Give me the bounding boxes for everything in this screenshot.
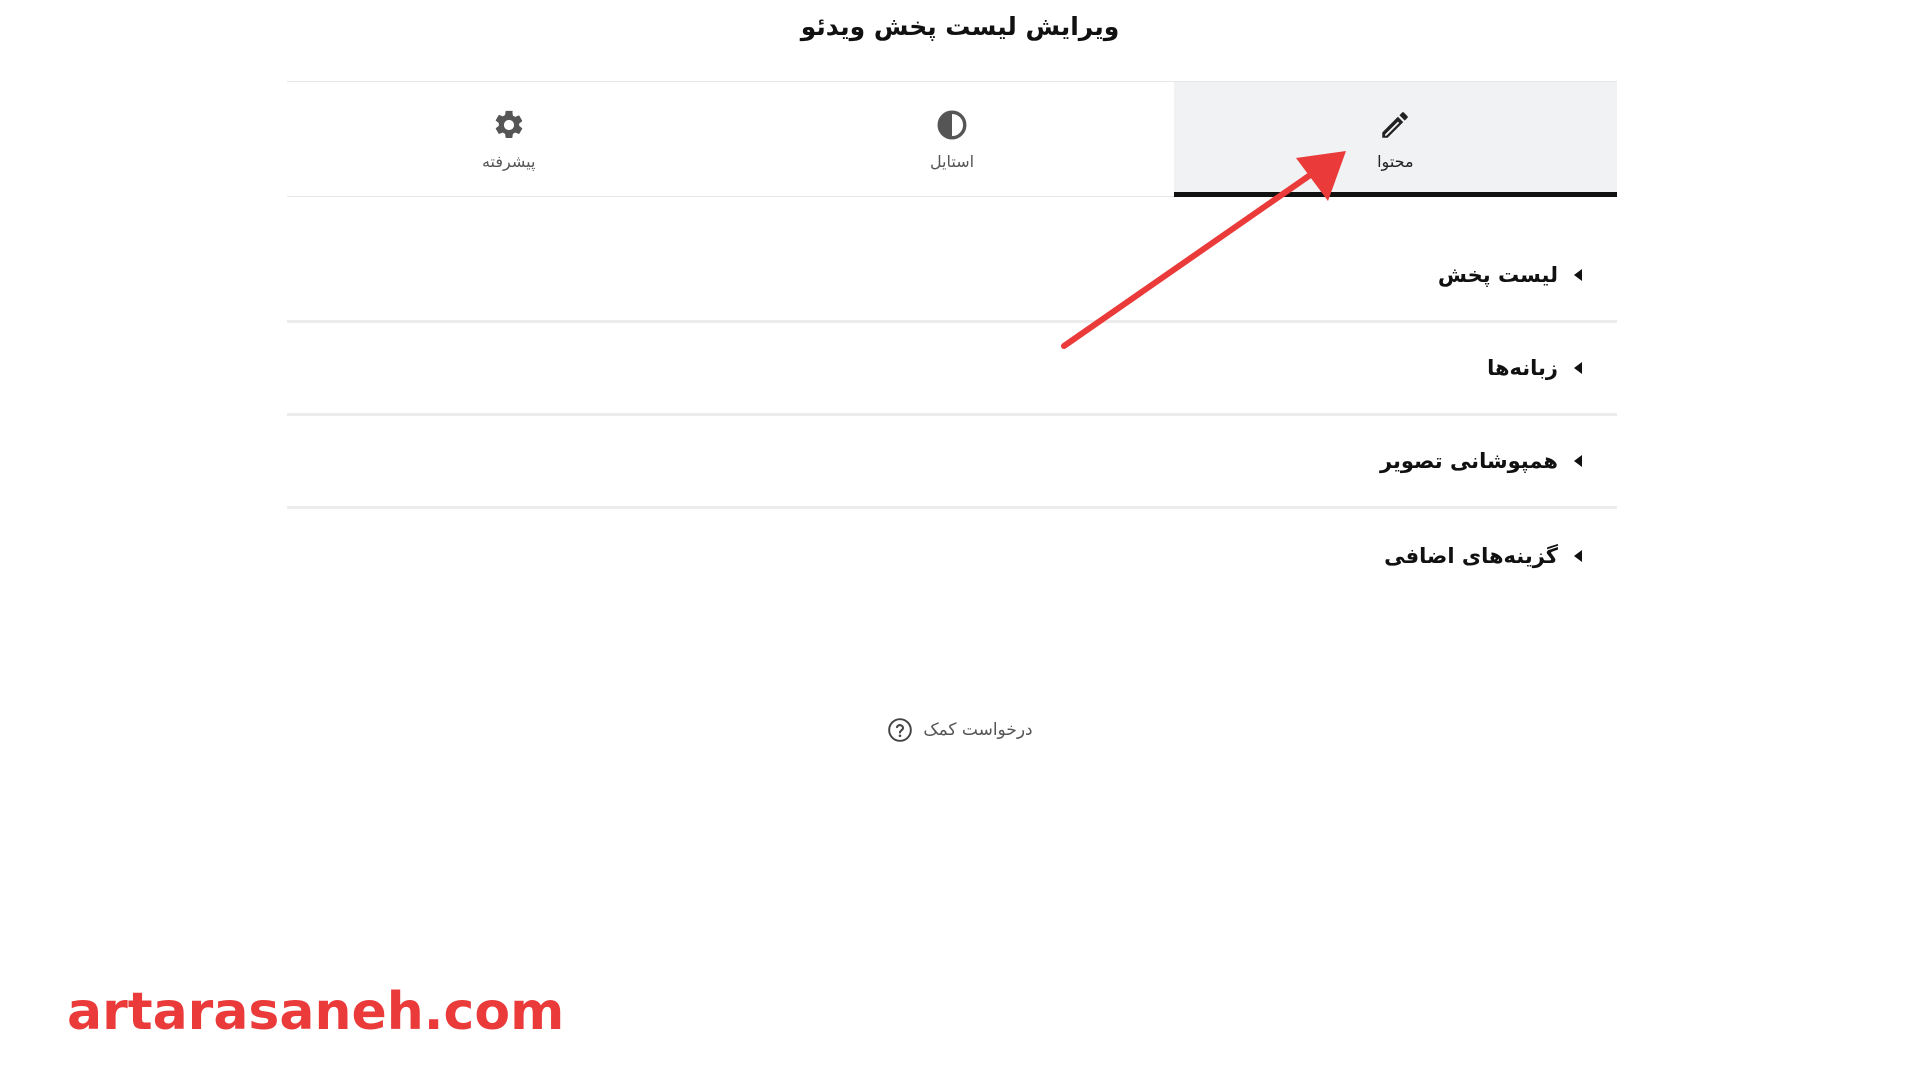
contrast-icon bbox=[937, 110, 967, 139]
help-link[interactable]: درخواست کمک bbox=[0, 717, 1920, 743]
section-tabs-label: زبانه‌ها bbox=[1487, 356, 1558, 380]
tab-style[interactable]: استایل bbox=[730, 82, 1173, 196]
tab-content[interactable]: محتوا bbox=[1173, 82, 1618, 197]
caret-left-icon bbox=[1574, 362, 1582, 374]
section-extra-options[interactable]: گزینه‌های اضافی bbox=[287, 509, 1617, 602]
section-image-overlay[interactable]: همپوشانی تصویر bbox=[287, 416, 1617, 509]
tab-advanced-label: پیشرفته bbox=[481, 151, 536, 171]
watermark-logo: artarasaneh.com bbox=[67, 982, 565, 1042]
caret-left-icon bbox=[1574, 455, 1582, 467]
tab-bar: محتوا استایل پیشرفته bbox=[287, 81, 1618, 197]
tab-style-label: استایل bbox=[929, 151, 975, 171]
gear-icon bbox=[495, 110, 522, 138]
section-extra-options-label: گزینه‌های اضافی bbox=[1384, 543, 1558, 568]
tab-advanced[interactable]: پیشرفته bbox=[287, 82, 730, 196]
section-playlist[interactable]: لیست پخش bbox=[287, 230, 1617, 323]
help-label: درخواست کمک bbox=[923, 720, 1033, 740]
pencil-icon bbox=[1382, 111, 1409, 138]
section-tabs[interactable]: زبانه‌ها bbox=[287, 323, 1617, 416]
editor-panel: ویرایش لیست پخش ویدئو محتوا استایل پیشرف… bbox=[0, 0, 1920, 1080]
caret-left-icon bbox=[1574, 549, 1582, 562]
panel-title: ویرایش لیست پخش ویدئو bbox=[800, 12, 1120, 41]
caret-left-icon bbox=[1574, 269, 1582, 281]
tab-content-label: محتوا bbox=[1377, 151, 1414, 171]
section-playlist-label: لیست پخش bbox=[1437, 263, 1558, 287]
question-circle-icon bbox=[888, 718, 913, 742]
section-image-overlay-label: همپوشانی تصویر bbox=[1379, 449, 1558, 473]
accordion-list: لیست پخش زبانه‌ها همپوشانی تصویر گزینه‌ه… bbox=[287, 230, 1617, 602]
